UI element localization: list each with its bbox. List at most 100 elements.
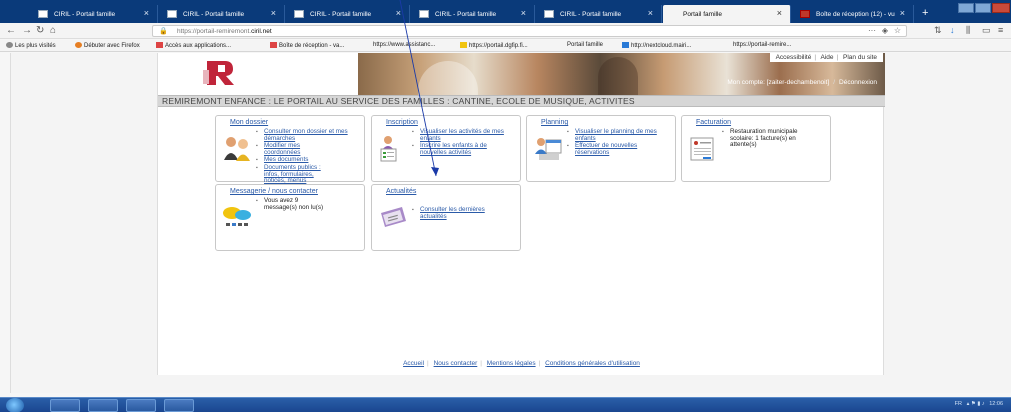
bookmark-item[interactable]: Accès aux applications... (156, 42, 231, 49)
page-favicon-icon (38, 10, 48, 18)
link-consulter-dossier[interactable]: Consulter mon dossier et mes démarches (256, 128, 358, 142)
tab-label: Boîte de réception (12) - vu (816, 10, 895, 18)
close-window-icon[interactable] (992, 3, 1010, 13)
bookmark-item[interactable]: Les plus visités (6, 42, 56, 49)
back-arrow-icon[interactable]: ← (6, 25, 16, 36)
forward-arrow-icon[interactable]: → (22, 25, 32, 36)
link-effectuer-reservations[interactable]: Effectuer de nouvelles réservations (567, 142, 652, 156)
pocket-icon[interactable]: ◈ (882, 26, 888, 35)
chat-bubbles-illustration-icon (223, 207, 251, 226)
footer-link-contact[interactable]: Nous contacter (434, 360, 478, 367)
start-button-icon[interactable] (6, 398, 24, 412)
close-tab-icon[interactable]: × (396, 8, 401, 18)
bookmark-item[interactable]: http://nextcloud.mairi... (622, 42, 691, 49)
gmail-icon (156, 42, 163, 48)
account-bar: Mon compte: [zaiter-dechambenoit] / Déconn… (727, 79, 877, 86)
url-text: https://portail-remiremont.ciril.net (177, 28, 272, 35)
tab-label: CIRIL - Portail famille (435, 10, 497, 18)
bookmark-item[interactable]: https://www.assistanc... (373, 42, 435, 48)
browser-navigation-bar: ← → ↻ ⌂ 🔒 https://portail-remiremont.cir… (0, 23, 1011, 39)
page-title: REMIREMONT ENFANCE : LE PORTAIL AU SERVI… (158, 95, 885, 107)
close-tab-icon[interactable]: × (521, 8, 526, 18)
sync-icon[interactable]: ⇅ (934, 25, 942, 36)
header-photo-banner: Accessibilité | Aide | Plan du site Mon co… (358, 53, 885, 95)
link-mes-documents[interactable]: Mes documents (256, 157, 358, 164)
registration-illustration-icon (380, 136, 397, 162)
address-bar[interactable]: 🔒 https://portail-remiremont.ciril.net ·… (152, 25, 907, 37)
close-tab-icon[interactable]: × (648, 8, 653, 18)
tab-label: CIRIL - Portail famille (183, 10, 245, 18)
unread-messages-text[interactable]: Vous avez 9 message(s) non lu(s) (256, 197, 326, 211)
download-icon[interactable]: ↓ (950, 25, 955, 35)
card-title-facturation[interactable]: Facturation (696, 119, 731, 126)
new-tab-icon[interactable]: + (922, 7, 928, 19)
browser-tab[interactable]: CIRIL - Portail famille × (536, 5, 662, 23)
bookmark-item[interactable]: Portail famille (567, 42, 603, 48)
dgfip-icon (460, 42, 467, 48)
minimize-window-icon[interactable] (958, 3, 974, 13)
nextcloud-icon (622, 42, 629, 48)
link-visualiser-planning[interactable]: Visualiser le planning de mes enfants (567, 128, 662, 142)
browser-tab[interactable]: Boîte de réception (12) - vu × (792, 5, 914, 23)
sitemap-link[interactable]: Plan du site (843, 54, 877, 61)
browser-tab[interactable]: CIRIL - Portail famille × (286, 5, 410, 23)
language-indicator[interactable]: FR (955, 401, 962, 407)
mail-icon (800, 10, 810, 18)
reload-icon[interactable]: ↻ (36, 25, 44, 36)
page-favicon-icon (167, 10, 177, 18)
bookmarks-toolbar: Les plus visités Débuter avec Firefox Ac… (0, 40, 1011, 52)
page-favicon-icon (294, 10, 304, 18)
footer-link-accueil[interactable]: Accueil (403, 360, 424, 367)
browser-tab[interactable]: CIRIL - Portail famille × (411, 5, 535, 23)
newspaper-illustration-icon (381, 207, 406, 227)
close-tab-icon[interactable]: × (144, 8, 149, 18)
maximize-window-icon[interactable] (975, 3, 991, 13)
card-title-planning[interactable]: Planning (541, 119, 568, 126)
browser-tab-active[interactable]: Portail famille × (663, 5, 791, 23)
link-consulter-actualites[interactable]: Consulter les dernières actualités (412, 206, 492, 220)
bookmark-star-icon[interactable]: ☆ (894, 26, 901, 35)
word-taskbar-icon[interactable] (164, 399, 194, 412)
page-footer: Accueil | Nous contacter | Mentions légale… (403, 360, 640, 367)
footer-link-cgu[interactable]: Conditions générales d'utilisation (545, 360, 640, 367)
library-icon[interactable]: ⫼ (966, 25, 970, 36)
tab-label: CIRIL - Portail famille (560, 10, 622, 18)
close-tab-icon[interactable]: × (271, 8, 276, 18)
remiremont-logo (203, 58, 237, 88)
close-tab-icon[interactable]: × (900, 8, 905, 18)
app-taskbar-icon[interactable] (126, 399, 156, 412)
link-modifier-coordonnees[interactable]: Modifier mes coordonnées (256, 142, 316, 156)
clock[interactable]: 12:06 (989, 401, 1003, 407)
card-title-mon-dossier[interactable]: Mon dossier (230, 119, 268, 126)
tab-label: Portail famille (683, 10, 723, 18)
link-visualiser-activites[interactable]: Visualiser les activités de mes enfants (412, 128, 504, 142)
firefox-taskbar-icon[interactable] (88, 399, 118, 412)
card-inscription: Inscription Visualiser les activités de … (371, 115, 521, 182)
card-title-actualites[interactable]: Actualités (386, 188, 416, 195)
bookmark-item[interactable]: Débuter avec Firefox (75, 42, 140, 49)
file-explorer-taskbar-icon[interactable] (50, 399, 80, 412)
bookmark-item[interactable]: https://portail-remire... (733, 42, 791, 48)
tab-label: CIRIL - Portail famille (310, 10, 372, 18)
logout-link[interactable]: Déconnexion (839, 79, 877, 86)
close-tab-icon[interactable]: × (777, 8, 782, 18)
accessibility-link[interactable]: Accessibilité (776, 54, 812, 61)
home-icon[interactable]: ⌂ (50, 25, 56, 36)
page-actions-menu[interactable]: ··· (868, 26, 876, 35)
bookmark-item[interactable]: Boîte de réception - va... (270, 42, 344, 49)
card-mon-dossier: Mon dossier Consulter mon dossier et mes… (215, 115, 365, 185)
account-link[interactable]: Mon compte: [zaiter-dechambenoit] (727, 79, 829, 86)
link-inscrire-activites[interactable]: Inscrire les enfants à de nouvelles acti… (412, 142, 504, 156)
link-documents-publics[interactable]: Documents publics : infos, formulaires, … (256, 164, 330, 185)
bookmark-item[interactable]: https://portail.dgfip.fi... (460, 42, 528, 49)
card-title-messagerie[interactable]: Messagerie / nous contacter (230, 188, 318, 195)
hamburger-menu-icon[interactable]: ≡ (998, 25, 1003, 35)
footer-link-mentions[interactable]: Mentions légales (487, 360, 536, 367)
help-link[interactable]: Aide (821, 54, 834, 61)
browser-tab[interactable]: CIRIL - Portail famille × (30, 5, 158, 23)
browser-tab[interactable]: CIRIL - Portail famille × (159, 5, 285, 23)
sidebar-icon[interactable]: ▭ (982, 25, 991, 36)
card-title-inscription[interactable]: Inscription (386, 119, 418, 126)
page-favicon-icon (419, 10, 429, 18)
planning-illustration-icon (535, 138, 562, 160)
